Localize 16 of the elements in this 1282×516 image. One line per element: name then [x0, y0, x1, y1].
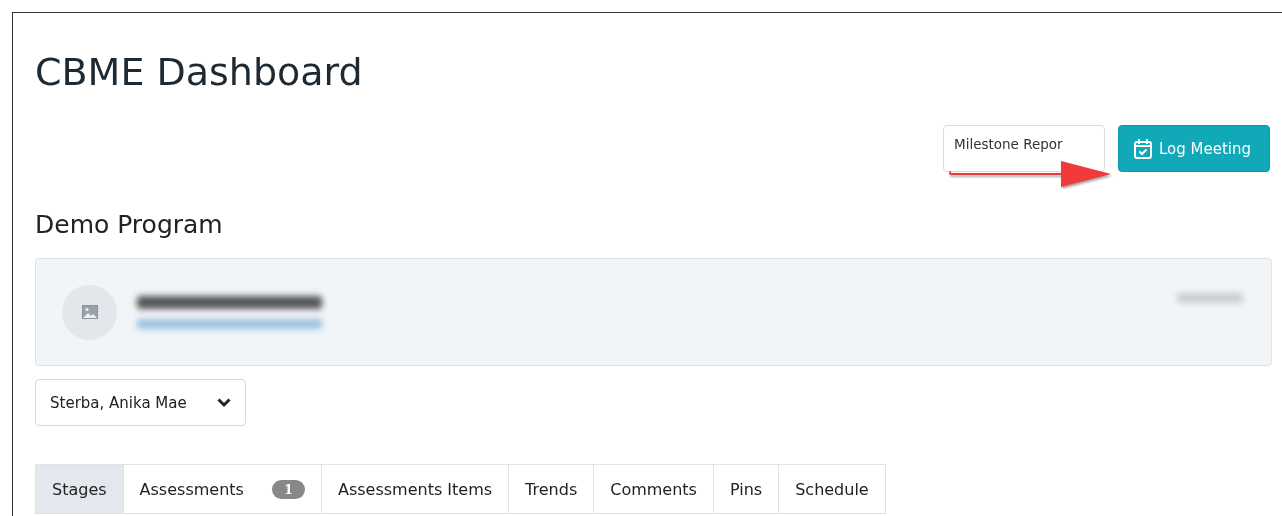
tab[interactable]: Assessments 1	[123, 464, 322, 514]
page-title: CBME Dashboard	[35, 49, 363, 95]
image-icon	[81, 305, 98, 319]
learner-dropdown[interactable]: Sterba, Anika Mae	[35, 379, 246, 426]
report-button[interactable]: Milestone Repor	[943, 125, 1105, 172]
tab[interactable]: Schedule	[779, 464, 886, 514]
tab[interactable]: Comments	[594, 464, 714, 514]
tab[interactable]: Trends	[509, 464, 595, 514]
count-badge: 1	[271, 479, 305, 499]
tab[interactable]: Stages	[35, 464, 124, 514]
tab[interactable]: Pins	[713, 464, 780, 514]
tab[interactable]: Assessments Items	[321, 464, 510, 514]
blurred-date	[1177, 293, 1243, 303]
chevron-down-icon	[217, 397, 231, 408]
calendar-check-icon	[1133, 137, 1153, 160]
program-name: Demo Program	[35, 210, 223, 240]
